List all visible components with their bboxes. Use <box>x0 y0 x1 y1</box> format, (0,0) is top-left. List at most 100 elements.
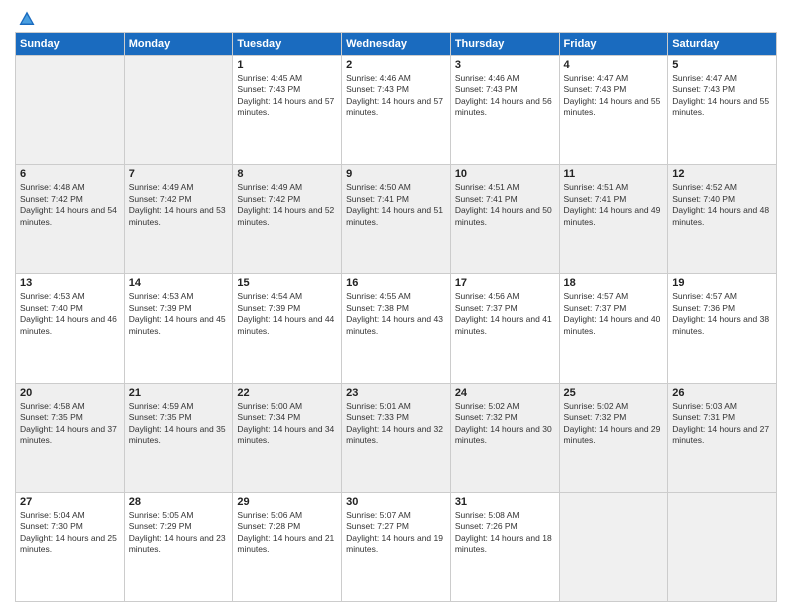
day-number: 3 <box>455 59 555 71</box>
week-row-2: 6 Sunrise: 4:48 AM Sunset: 7:42 PM Daylig… <box>16 165 777 274</box>
empty-cell <box>16 56 125 165</box>
empty-cell <box>668 492 777 601</box>
day-number: 30 <box>346 496 446 508</box>
day-info: Sunrise: 4:46 AM Sunset: 7:43 PM Dayligh… <box>346 73 446 119</box>
day-info: Sunrise: 4:46 AM Sunset: 7:43 PM Dayligh… <box>455 73 555 119</box>
day-number: 26 <box>672 387 772 399</box>
day-number: 9 <box>346 168 446 180</box>
day-number: 7 <box>129 168 229 180</box>
day-number: 12 <box>672 168 772 180</box>
day-info: Sunrise: 4:47 AM Sunset: 7:43 PM Dayligh… <box>672 73 772 119</box>
day-cell-26: 26 Sunrise: 5:03 AM Sunset: 7:31 PM Dayli… <box>668 383 777 492</box>
day-info: Sunrise: 4:52 AM Sunset: 7:40 PM Dayligh… <box>672 182 772 228</box>
day-info: Sunrise: 5:02 AM Sunset: 7:32 PM Dayligh… <box>455 401 555 447</box>
day-info: Sunrise: 5:02 AM Sunset: 7:32 PM Dayligh… <box>564 401 664 447</box>
day-cell-7: 7 Sunrise: 4:49 AM Sunset: 7:42 PM Daylig… <box>124 165 233 274</box>
weekday-monday: Monday <box>124 33 233 56</box>
day-number: 28 <box>129 496 229 508</box>
day-info: Sunrise: 4:51 AM Sunset: 7:41 PM Dayligh… <box>564 182 664 228</box>
day-cell-19: 19 Sunrise: 4:57 AM Sunset: 7:36 PM Dayli… <box>668 274 777 383</box>
day-cell-24: 24 Sunrise: 5:02 AM Sunset: 7:32 PM Dayli… <box>450 383 559 492</box>
day-number: 23 <box>346 387 446 399</box>
day-info: Sunrise: 4:59 AM Sunset: 7:35 PM Dayligh… <box>129 401 229 447</box>
logo-icon <box>18 10 36 28</box>
day-number: 25 <box>564 387 664 399</box>
day-number: 5 <box>672 59 772 71</box>
day-info: Sunrise: 4:53 AM Sunset: 7:40 PM Dayligh… <box>20 291 120 337</box>
day-cell-20: 20 Sunrise: 4:58 AM Sunset: 7:35 PM Dayli… <box>16 383 125 492</box>
day-number: 19 <box>672 277 772 289</box>
day-number: 27 <box>20 496 120 508</box>
weekday-sunday: Sunday <box>16 33 125 56</box>
day-cell-11: 11 Sunrise: 4:51 AM Sunset: 7:41 PM Dayli… <box>559 165 668 274</box>
weekday-saturday: Saturday <box>668 33 777 56</box>
day-info: Sunrise: 4:49 AM Sunset: 7:42 PM Dayligh… <box>237 182 337 228</box>
weekday-header-row: SundayMondayTuesdayWednesdayThursdayFrid… <box>16 33 777 56</box>
day-cell-3: 3 Sunrise: 4:46 AM Sunset: 7:43 PM Daylig… <box>450 56 559 165</box>
day-cell-29: 29Sunrise: 5:06 AM Sunset: 7:28 PM Dayli… <box>233 492 342 601</box>
day-info: Sunrise: 4:55 AM Sunset: 7:38 PM Dayligh… <box>346 291 446 337</box>
day-info: Sunrise: 5:07 AM Sunset: 7:27 PM Dayligh… <box>346 510 446 556</box>
day-info: Sunrise: 4:47 AM Sunset: 7:43 PM Dayligh… <box>564 73 664 119</box>
week-row-5: 27 Sunrise: 5:04 AM Sunset: 7:30 PM Dayli… <box>16 492 777 601</box>
day-info: Sunrise: 4:57 AM Sunset: 7:37 PM Dayligh… <box>564 291 664 337</box>
day-cell-2: 2 Sunrise: 4:46 AM Sunset: 7:43 PM Daylig… <box>342 56 451 165</box>
day-number: 16 <box>346 277 446 289</box>
day-number: 1 <box>237 59 337 71</box>
day-cell-27: 27 Sunrise: 5:04 AM Sunset: 7:30 PM Dayli… <box>16 492 125 601</box>
day-cell-30: 30 Sunrise: 5:07 AM Sunset: 7:27 PM Dayli… <box>342 492 451 601</box>
day-number: 10 <box>455 168 555 180</box>
day-cell-18: 18 Sunrise: 4:57 AM Sunset: 7:37 PM Dayli… <box>559 274 668 383</box>
weekday-tuesday: Tuesday <box>233 33 342 56</box>
day-cell-13: 13 Sunrise: 4:53 AM Sunset: 7:40 PM Dayli… <box>16 274 125 383</box>
weekday-friday: Friday <box>559 33 668 56</box>
day-number: 13 <box>20 277 120 289</box>
calendar-table: SundayMondayTuesdayWednesdayThursdayFrid… <box>15 32 777 602</box>
day-number: 4 <box>564 59 664 71</box>
header <box>15 10 777 24</box>
day-cell-31: 31Sunrise: 5:08 AM Sunset: 7:26 PM Dayli… <box>450 492 559 601</box>
empty-cell <box>559 492 668 601</box>
day-info: Sunrise: 5:04 AM Sunset: 7:30 PM Dayligh… <box>20 510 120 556</box>
day-cell-10: 10 Sunrise: 4:51 AM Sunset: 7:41 PM Dayli… <box>450 165 559 274</box>
day-info: Sunrise: 5:00 AM Sunset: 7:34 PM Dayligh… <box>237 401 337 447</box>
week-row-1: 1Sunrise: 4:45 AM Sunset: 7:43 PM Daylig… <box>16 56 777 165</box>
day-cell-5: 5 Sunrise: 4:47 AM Sunset: 7:43 PM Daylig… <box>668 56 777 165</box>
day-number: 15 <box>237 277 337 289</box>
day-cell-22: 22 Sunrise: 5:00 AM Sunset: 7:34 PM Dayli… <box>233 383 342 492</box>
day-info: Sunrise: 4:48 AM Sunset: 7:42 PM Dayligh… <box>20 182 120 228</box>
day-cell-17: 17Sunrise: 4:56 AM Sunset: 7:37 PM Dayli… <box>450 274 559 383</box>
day-info: Sunrise: 5:03 AM Sunset: 7:31 PM Dayligh… <box>672 401 772 447</box>
day-number: 14 <box>129 277 229 289</box>
day-cell-25: 25 Sunrise: 5:02 AM Sunset: 7:32 PM Dayli… <box>559 383 668 492</box>
day-cell-16: 16 Sunrise: 4:55 AM Sunset: 7:38 PM Dayli… <box>342 274 451 383</box>
day-number: 6 <box>20 168 120 180</box>
day-info: Sunrise: 4:53 AM Sunset: 7:39 PM Dayligh… <box>129 291 229 337</box>
day-number: 20 <box>20 387 120 399</box>
day-number: 8 <box>237 168 337 180</box>
day-info: Sunrise: 4:51 AM Sunset: 7:41 PM Dayligh… <box>455 182 555 228</box>
day-number: 24 <box>455 387 555 399</box>
day-info: Sunrise: 4:58 AM Sunset: 7:35 PM Dayligh… <box>20 401 120 447</box>
weekday-thursday: Thursday <box>450 33 559 56</box>
day-number: 29 <box>237 496 337 508</box>
page: SundayMondayTuesdayWednesdayThursdayFrid… <box>0 0 792 612</box>
day-number: 21 <box>129 387 229 399</box>
day-cell-21: 21 Sunrise: 4:59 AM Sunset: 7:35 PM Dayli… <box>124 383 233 492</box>
day-cell-12: 12 Sunrise: 4:52 AM Sunset: 7:40 PM Dayli… <box>668 165 777 274</box>
weekday-wednesday: Wednesday <box>342 33 451 56</box>
week-row-3: 13 Sunrise: 4:53 AM Sunset: 7:40 PM Dayli… <box>16 274 777 383</box>
day-info: Sunrise: 4:49 AM Sunset: 7:42 PM Dayligh… <box>129 182 229 228</box>
day-number: 11 <box>564 168 664 180</box>
day-cell-1: 1Sunrise: 4:45 AM Sunset: 7:43 PM Daylig… <box>233 56 342 165</box>
day-number: 2 <box>346 59 446 71</box>
day-info: Sunrise: 5:01 AM Sunset: 7:33 PM Dayligh… <box>346 401 446 447</box>
week-row-4: 20 Sunrise: 4:58 AM Sunset: 7:35 PM Dayli… <box>16 383 777 492</box>
day-info: Sunrise: 5:05 AM Sunset: 7:29 PM Dayligh… <box>129 510 229 556</box>
day-number: 18 <box>564 277 664 289</box>
day-cell-28: 28 Sunrise: 5:05 AM Sunset: 7:29 PM Dayli… <box>124 492 233 601</box>
day-info: Sunrise: 4:57 AM Sunset: 7:36 PM Dayligh… <box>672 291 772 337</box>
day-number: 17 <box>455 277 555 289</box>
day-cell-15: 15Sunrise: 4:54 AM Sunset: 7:39 PM Dayli… <box>233 274 342 383</box>
day-number: 22 <box>237 387 337 399</box>
